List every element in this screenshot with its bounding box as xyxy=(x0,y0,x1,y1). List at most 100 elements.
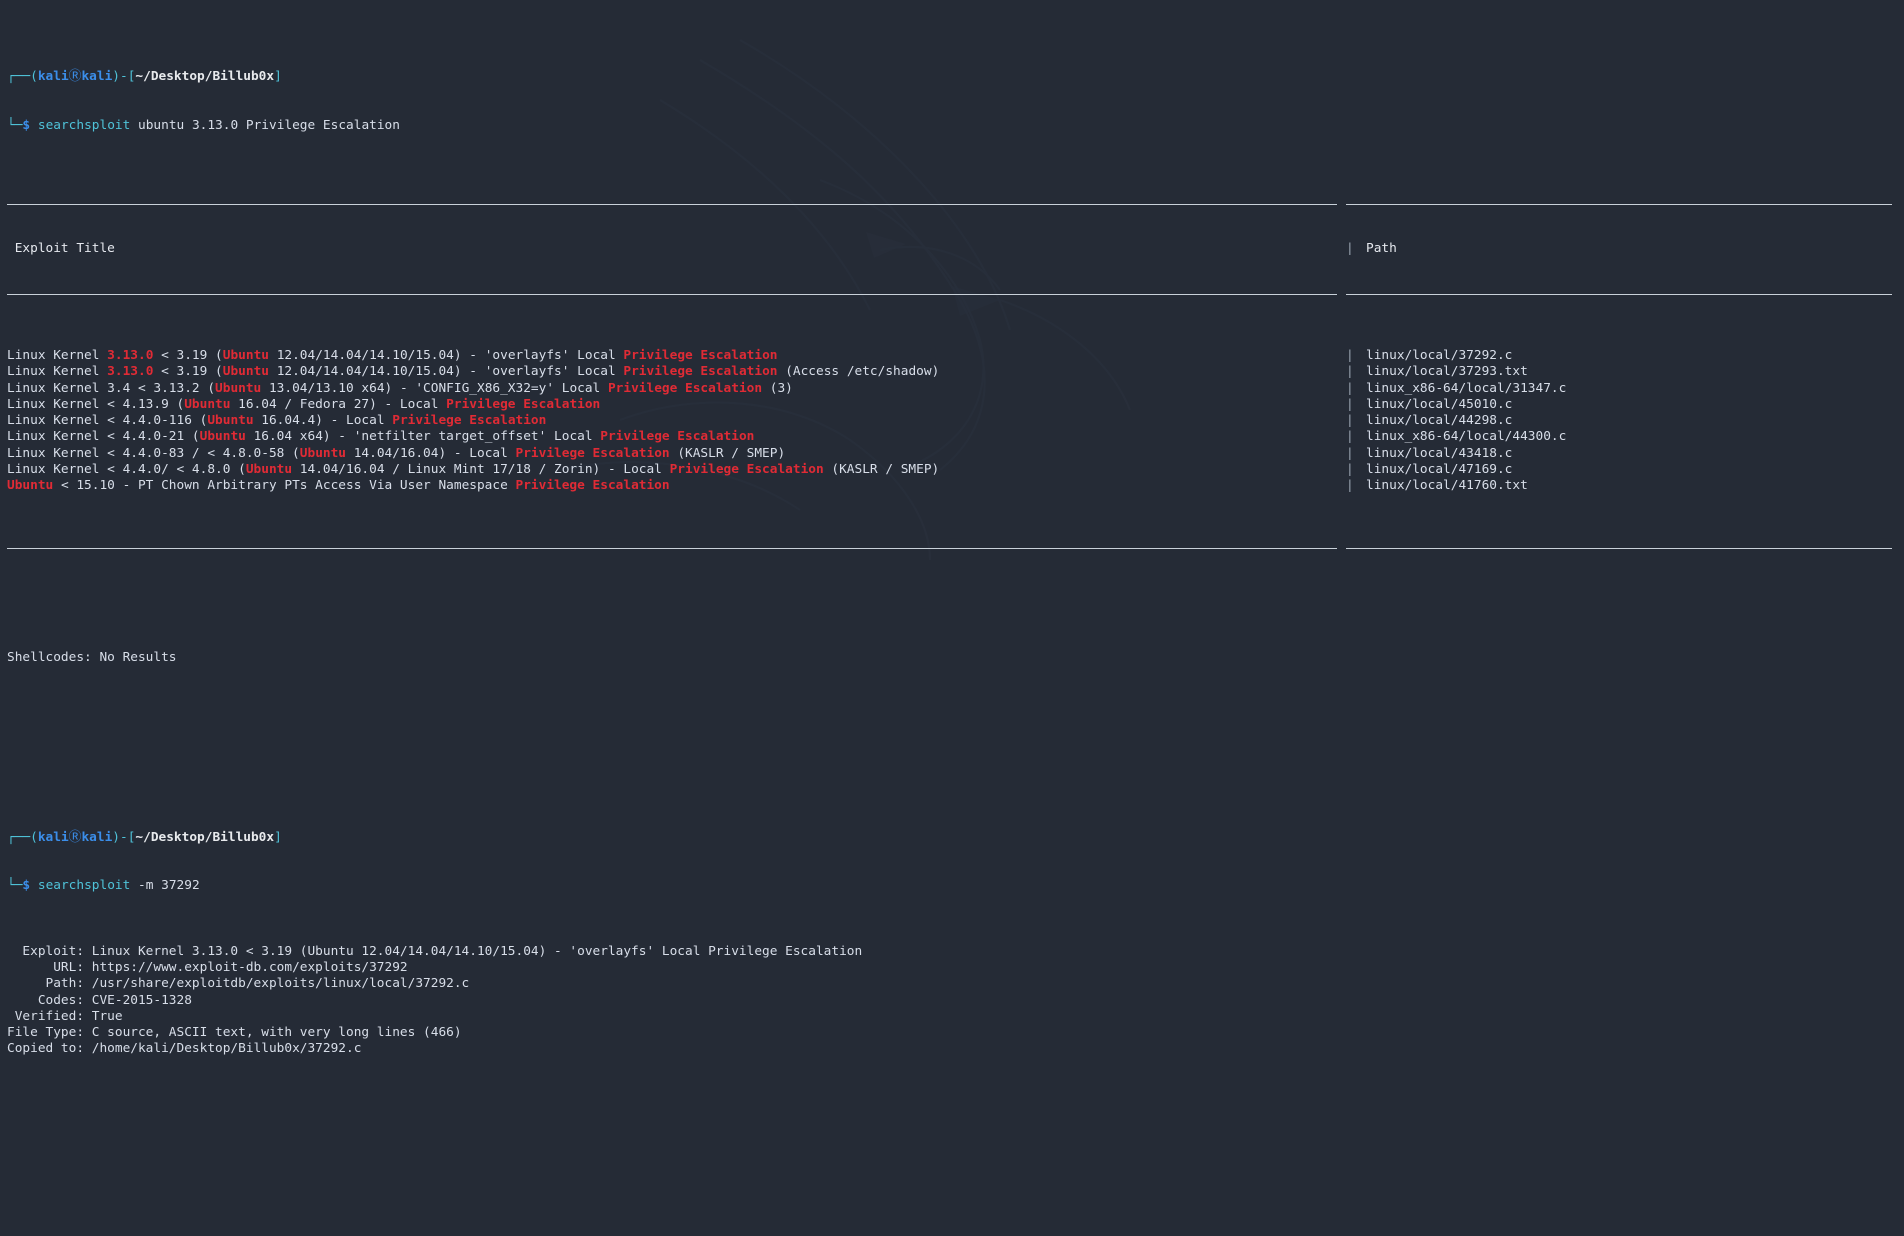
mirror-field-value: C source, ASCII text, with very long lin… xyxy=(91,1025,462,1041)
mirror-field-label: Path: xyxy=(7,976,92,992)
prompt-user: kali xyxy=(37,69,69,85)
title-text: < 15.10 - PT Chown Arbitrary PTs Access … xyxy=(53,478,516,494)
title-text: Linux Kernel xyxy=(7,364,108,380)
title-text: 14.04/16.04) - Local xyxy=(346,445,516,461)
table-row: Linux Kernel < 4.13.9 (Ubuntu 16.04 / Fe… xyxy=(7,397,1904,413)
column-separator: | xyxy=(1346,445,1354,461)
exploit-title-cell: Linux Kernel < 4.4.0-116 (Ubuntu 16.04.4… xyxy=(7,413,1346,429)
highlighted-term: Privilege Escalation xyxy=(392,413,547,429)
exploit-path-cell: linux/local/44298.c xyxy=(1366,413,1513,429)
command-args-searchsploit: ubuntu 3.13.0 Privilege Escalation xyxy=(130,118,400,134)
column-separator: | xyxy=(1346,462,1354,478)
shellcodes-result: Shellcodes: No Results xyxy=(7,650,177,666)
mirror-field-value: /usr/share/exploitdb/exploits/linux/loca… xyxy=(91,976,470,992)
table-row: Linux Kernel < 4.4.0-83 / < 4.8.0-58 (Ub… xyxy=(7,446,1904,462)
mirror-field-value: Linux Kernel 3.13.0 < 3.19 (Ubuntu 12.04… xyxy=(91,943,863,959)
mirror-output-line: Verified: True xyxy=(7,1009,1904,1025)
highlighted-term: Privilege Escalation xyxy=(607,380,763,396)
prompt-path: ~/Desktop/Billub0x xyxy=(135,829,275,845)
exploit-path-cell: linux_x86-64/local/44300.c xyxy=(1366,429,1567,445)
title-text: Linux Kernel < 4.4.0-116 ( xyxy=(7,413,208,429)
title-text: Linux Kernel 3.4 < 3.13.2 ( xyxy=(7,380,216,396)
column-separator: | xyxy=(1346,380,1354,396)
exploit-path-cell: linux_x86-64/local/31347.c xyxy=(1366,380,1567,396)
exploit-title-cell: Linux Kernel < 4.13.9 (Ubuntu 16.04 / Fe… xyxy=(7,397,1346,413)
title-text: 16.04 x64) - 'netfilter target_offset' L… xyxy=(245,429,601,445)
column-separator: | xyxy=(1346,429,1354,445)
exploit-title-cell: Linux Kernel 3.4 < 3.13.2 (Ubuntu 13.04/… xyxy=(7,381,1346,397)
table-row: Linux Kernel 3.13.0 < 3.19 (Ubuntu 12.04… xyxy=(7,364,1904,380)
exploit-title-cell: Linux Kernel < 4.4.0-21 (Ubuntu 16.04 x6… xyxy=(7,429,1346,445)
mirror-field-value: https://www.exploit-db.com/exploits/3729… xyxy=(91,959,408,975)
table-top-rule xyxy=(7,200,1904,209)
exploit-title-cell: Linux Kernel < 4.4.0-83 / < 4.8.0-58 (Ub… xyxy=(7,446,1346,462)
highlighted-term: 3.13.0 xyxy=(107,347,154,363)
table-row: Linux Kernel 3.4 < 3.13.2 (Ubuntu 13.04/… xyxy=(7,381,1904,397)
title-text: 12.04/14.04/14.10/15.04) - 'overlayfs' L… xyxy=(268,347,624,363)
title-text: < 3.19 ( xyxy=(153,364,223,380)
exploit-table-body: Linux Kernel 3.13.0 < 3.19 (Ubuntu 12.04… xyxy=(7,348,1904,495)
highlighted-term: Ubuntu xyxy=(199,429,246,445)
prompt-user: kali xyxy=(37,829,69,845)
prompt-line-1: ┌──(kaliⓇkali)-[~/Desktop/Billub0x] xyxy=(7,69,282,85)
mirror-output-line: Copied to: /home/kali/Desktop/Billub0x/3… xyxy=(7,1041,1904,1057)
prompt-path: ~/Desktop/Billub0x xyxy=(135,69,275,85)
highlighted-term: 3.13.0 xyxy=(107,364,154,380)
column-separator: | xyxy=(1346,241,1354,257)
title-text: Linux Kernel < 4.13.9 ( xyxy=(7,396,185,412)
title-text: < 3.19 ( xyxy=(153,347,223,363)
table-header-row: Exploit Title | Path xyxy=(7,241,1904,257)
column-separator: | xyxy=(1346,413,1354,429)
prompt-at-icon: Ⓡ xyxy=(68,829,82,845)
column-header-title: Exploit Title xyxy=(7,241,115,257)
mirror-field-label: Exploit: xyxy=(7,943,92,959)
mirror-field-value: True xyxy=(91,1008,123,1024)
mirror-field-label: Codes: xyxy=(7,992,92,1008)
highlighted-term: Privilege Escalation xyxy=(515,478,670,494)
title-text: 13.04/13.10 x64) - 'CONFIG_X86_X32=y' Lo… xyxy=(261,380,608,396)
column-separator: | xyxy=(1346,347,1354,363)
highlighted-term: Privilege Escalation xyxy=(600,429,755,445)
mirror-output-line: Path: /usr/share/exploitdb/exploits/linu… xyxy=(7,976,1904,992)
highlighted-term: Privilege Escalation xyxy=(515,445,670,461)
table-bottom-rule xyxy=(7,544,1904,553)
exploit-path-cell: linux/local/37292.c xyxy=(1366,347,1513,363)
command-line-searchsploit[interactable]: └─$ searchsploit ubuntu 3.13.0 Privilege… xyxy=(7,118,1904,134)
highlighted-term: Ubuntu xyxy=(207,413,254,429)
exploit-title-cell: Linux Kernel 3.13.0 < 3.19 (Ubuntu 12.04… xyxy=(7,364,1346,380)
mirror-output-line: Exploit: Linux Kernel 3.13.0 < 3.19 (Ubu… xyxy=(7,944,1904,960)
prompt-host: kali xyxy=(81,829,113,845)
command-name-searchsploit-m: searchsploit xyxy=(37,878,131,894)
title-text: Linux Kernel < 4.4.0-21 ( xyxy=(7,429,200,445)
command-line-searchsploit-mirror[interactable]: └─$ searchsploit -m 37292 xyxy=(7,878,1904,894)
title-text: (Access /etc/shadow) xyxy=(777,364,940,380)
terminal-screen: ┌──(kaliⓇkali)-[~/Desktop/Billub0x] └─$ … xyxy=(0,0,1904,1236)
title-text: Linux Kernel < 4.4.0-83 / < 4.8.0-58 ( xyxy=(7,445,300,461)
exploit-path-cell: linux/local/43418.c xyxy=(1366,445,1513,461)
mirror-output-line: File Type: C source, ASCII text, with ve… xyxy=(7,1025,1904,1041)
prompt-symbol: $ xyxy=(22,118,31,134)
prompt-host: kali xyxy=(81,69,113,85)
highlighted-term: Ubuntu xyxy=(184,396,231,412)
mirror-field-value: /home/kali/Desktop/Billub0x/37292.c xyxy=(91,1041,362,1057)
title-text: (KASLR / SMEP) xyxy=(823,462,940,478)
column-separator: | xyxy=(1346,478,1354,494)
highlighted-term: Ubuntu xyxy=(299,445,347,461)
mirror-field-value: CVE-2015-1328 xyxy=(91,992,192,1008)
table-row: Ubuntu < 15.10 - PT Chown Arbitrary PTs … xyxy=(7,478,1904,494)
mirror-output-line: URL: https://www.exploit-db.com/exploits… xyxy=(7,960,1904,976)
highlighted-term: Privilege Escalation xyxy=(446,396,601,412)
table-row: Linux Kernel 3.13.0 < 3.19 (Ubuntu 12.04… xyxy=(7,348,1904,364)
highlighted-term: Ubuntu xyxy=(215,380,262,396)
table-header-rule xyxy=(7,290,1904,299)
exploit-title-cell: Linux Kernel < 4.4.0/ < 4.8.0 (Ubuntu 14… xyxy=(7,462,1346,478)
title-text: 16.04.4) - Local xyxy=(253,413,393,429)
exploit-path-cell: linux/local/41760.txt xyxy=(1366,478,1528,494)
title-text: (KASLR / SMEP) xyxy=(669,445,786,461)
exploit-path-cell: linux/local/47169.c xyxy=(1366,462,1513,478)
table-row: Linux Kernel < 4.4.0/ < 4.8.0 (Ubuntu 14… xyxy=(7,462,1904,478)
highlighted-term: Ubuntu xyxy=(222,347,269,363)
highlighted-term: Ubuntu xyxy=(7,478,54,494)
highlighted-term: Privilege Escalation xyxy=(623,364,778,380)
mirror-output: Exploit: Linux Kernel 3.13.0 < 3.19 (Ubu… xyxy=(7,944,1904,1058)
